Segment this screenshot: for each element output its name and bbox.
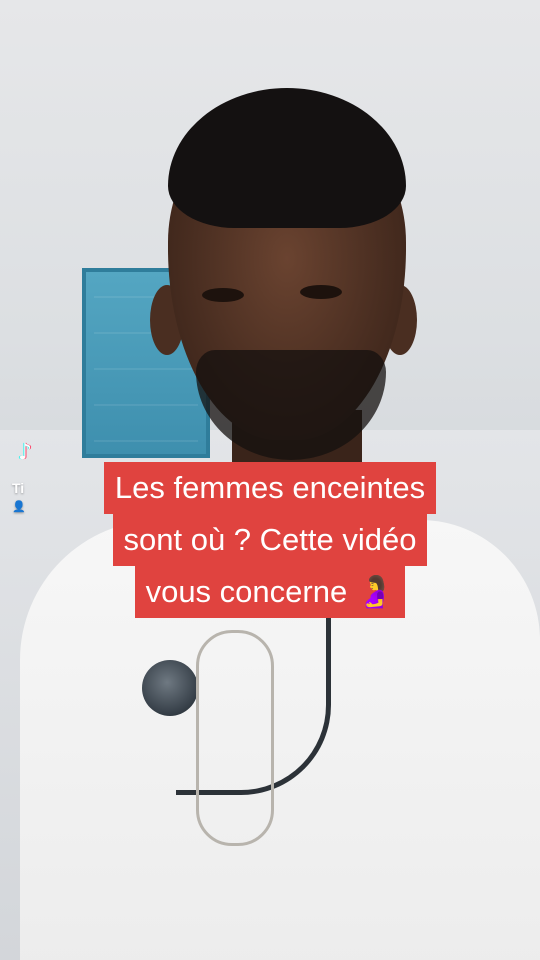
caption-line-2: sont où ? Cette vidéo	[112, 514, 428, 566]
eye-right	[300, 285, 342, 299]
caption-line-1: Les femmes enceintes	[103, 462, 437, 514]
stethoscope-chestpiece	[142, 660, 198, 716]
caption-overlay: Les femmes enceintes sont où ? Cette vid…	[0, 462, 540, 618]
hanging-glasses	[196, 630, 274, 846]
video-frame[interactable]: ♪ Ti 👤 Les femmes enceintes sont où ? Ce…	[0, 0, 540, 960]
caption-line-3: vous concerne 🤰	[134, 566, 406, 618]
eye-left	[202, 288, 244, 302]
